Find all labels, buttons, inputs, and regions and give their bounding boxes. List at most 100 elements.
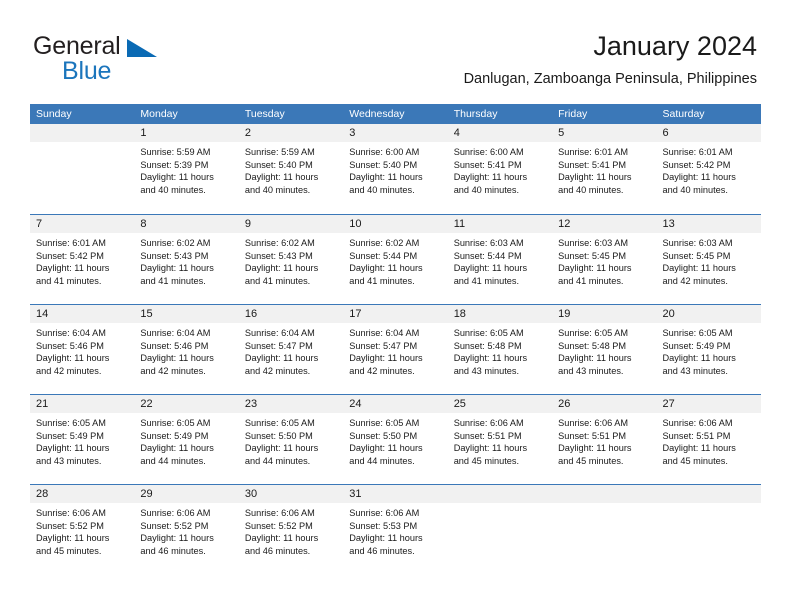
day-sun-info: Sunrise: 6:05 AM Sunset: 5:48 PM Daylight:… [552,323,656,377]
sunrise-time: Sunrise: 6:06 AM [244,508,315,518]
sunset-time: Sunset: 5:51 PM [558,430,627,441]
sunrise-time: Sunrise: 6:06 AM [140,508,211,518]
calendar-day-cell[interactable]: 9 Sunrise: 6:02 AM Sunset: 5:43 PM Daylight… [238,215,344,304]
weekday-header-saturday: Saturday [662,108,705,120]
daylight-duration-line1: Daylight: 11 hours [244,533,319,544]
calendar-day-cell-empty [552,485,657,574]
daylight-duration-line2: and 44 minutes. [349,455,415,466]
day-number: 13 [656,215,761,233]
sunrise-time: Sunrise: 6:04 AM [140,328,211,338]
sunset-time: Sunset: 5:48 PM [558,340,627,351]
calendar-day-cell[interactable]: 8 Sunrise: 6:02 AM Sunset: 5:43 PM Daylight… [134,215,239,304]
calendar-grid: Sunday Monday Tuesday Wednesday Thursday Frid… [30,104,761,574]
calendar-day-cell[interactable]: 24 Sunrise: 6:05 AM Sunset: 5:50 PM Dayligh… [343,395,448,484]
weekday-header-sunday: Sunday [36,108,72,120]
calendar-day-cell[interactable]: 22 Sunrise: 6:05 AM Sunset: 5:49 PM Dayligh… [134,395,239,484]
daylight-duration-line2: and 42 minutes. [140,365,206,376]
daylight-duration-line1: Daylight: 11 hours [349,443,423,454]
sunrise-time: Sunrise: 6:05 AM [662,328,733,338]
calendar-day-cell[interactable]: 18 Sunrise: 6:05 AM Sunset: 5:48 PM Dayligh… [447,305,553,394]
calendar-day-cell[interactable]: 11 Sunrise: 6:03 AM Sunset: 5:44 PM Dayligh… [447,215,553,304]
daylight-duration-line2: and 41 minutes. [140,275,206,286]
sunrise-time: Sunrise: 5:59 AM [140,147,211,157]
calendar-day-cell[interactable]: 1 Sunrise: 5:59 AM Sunset: 5:39 PM Daylight… [134,124,239,214]
day-sun-info: Sunrise: 6:04 AM Sunset: 5:46 PM Daylight:… [30,323,134,377]
sunset-time: Sunset: 5:52 PM [140,520,209,531]
sunset-time: Sunset: 5:44 PM [453,250,522,261]
calendar-day-cell[interactable]: 15 Sunrise: 6:04 AM Sunset: 5:46 PM Dayligh… [134,305,239,394]
daylight-duration-line1: Daylight: 11 hours [140,533,214,544]
weekday-header-monday: Monday [140,108,178,120]
calendar-day-cell[interactable]: 4 Sunrise: 6:00 AM Sunset: 5:41 PM Daylight… [447,124,553,214]
sunrise-time: Sunrise: 6:03 AM [558,238,629,248]
calendar-day-cell[interactable]: 26 Sunrise: 6:06 AM Sunset: 5:51 PM Dayligh… [552,395,657,484]
calendar-day-cell[interactable]: 27 Sunrise: 6:06 AM Sunset: 5:51 PM Dayligh… [656,395,761,484]
day-sun-info: Sunrise: 5:59 AM Sunset: 5:40 PM Daylight:… [239,142,343,196]
day-number: 30 [238,485,344,503]
daylight-duration-line2: and 43 minutes. [662,365,728,376]
daylight-duration-line2: and 40 minutes. [453,184,520,195]
calendar-day-cell[interactable]: 21 Sunrise: 6:05 AM Sunset: 5:49 PM Dayligh… [30,395,135,484]
calendar-day-cell[interactable]: 16 Sunrise: 6:04 AM Sunset: 5:47 PM Dayligh… [238,305,344,394]
day-number: 6 [656,124,761,142]
daylight-duration-line1: Daylight: 11 hours [662,443,736,454]
calendar-day-cell[interactable]: 7 Sunrise: 6:01 AM Sunset: 5:42 PM Daylight… [30,215,135,304]
day-sun-info: Sunrise: 6:03 AM Sunset: 5:45 PM Daylight:… [552,233,656,287]
calendar-week-row: 1 Sunrise: 5:59 AM Sunset: 5:39 PM Daylight… [30,124,761,214]
calendar-day-cell[interactable]: 5 Sunrise: 6:01 AM Sunset: 5:41 PM Daylight… [552,124,657,214]
sunrise-time: Sunrise: 6:05 AM [244,418,315,428]
sunrise-time: Sunrise: 6:05 AM [453,328,524,338]
sunset-time: Sunset: 5:45 PM [558,250,627,261]
day-number: 5 [552,124,657,142]
calendar-day-cell[interactable]: 6 Sunrise: 6:01 AM Sunset: 5:42 PM Daylight… [656,124,761,214]
sunset-time: Sunset: 5:46 PM [140,340,209,351]
calendar-day-cell[interactable]: 10 Sunrise: 6:02 AM Sunset: 5:44 PM Dayligh… [343,215,448,304]
calendar-day-cell[interactable]: 12 Sunrise: 6:03 AM Sunset: 5:45 PM Dayligh… [552,215,657,304]
day-sun-info: Sunrise: 6:06 AM Sunset: 5:52 PM Daylight:… [239,503,343,557]
day-sun-info: Sunrise: 6:05 AM Sunset: 5:49 PM Daylight:… [657,323,761,377]
day-number [656,485,761,503]
calendar-day-cell[interactable]: 3 Sunrise: 6:00 AM Sunset: 5:40 PM Daylight… [343,124,448,214]
calendar-day-cell[interactable]: 30 Sunrise: 6:06 AM Sunset: 5:52 PM Dayligh… [238,485,344,574]
weekday-header-wednesday: Wednesday [349,108,405,120]
day-number: 12 [552,215,657,233]
sunset-time: Sunset: 5:41 PM [453,159,522,170]
sunset-time: Sunset: 5:42 PM [662,159,731,170]
daylight-duration-line2: and 45 minutes. [662,455,728,466]
calendar-day-cell[interactable]: 2 Sunrise: 5:59 AM Sunset: 5:40 PM Daylight… [238,124,344,214]
day-number: 4 [447,124,553,142]
day-sun-info: Sunrise: 6:02 AM Sunset: 5:43 PM Daylight:… [239,233,343,287]
daylight-duration-line2: and 46 minutes. [349,545,415,556]
daylight-duration-line2: and 43 minutes. [558,365,624,376]
daylight-duration-line2: and 43 minutes. [453,365,520,376]
calendar-day-cell[interactable]: 29 Sunrise: 6:06 AM Sunset: 5:52 PM Dayligh… [134,485,239,574]
sunrise-time: Sunrise: 6:05 AM [36,418,106,428]
day-sun-info: Sunrise: 6:00 AM Sunset: 5:40 PM Daylight:… [343,142,447,196]
calendar-day-cell[interactable]: 14 Sunrise: 6:04 AM Sunset: 5:46 PM Dayligh… [30,305,135,394]
calendar-day-cell[interactable]: 25 Sunrise: 6:06 AM Sunset: 5:51 PM Dayligh… [447,395,553,484]
calendar-day-cell[interactable]: 28 Sunrise: 6:06 AM Sunset: 5:52 PM Dayligh… [30,485,135,574]
daylight-duration-line2: and 41 minutes. [349,275,415,286]
sunrise-time: Sunrise: 6:04 AM [36,328,106,338]
calendar-day-cell[interactable]: 20 Sunrise: 6:05 AM Sunset: 5:49 PM Dayligh… [656,305,761,394]
calendar-day-cell[interactable]: 19 Sunrise: 6:05 AM Sunset: 5:48 PM Dayligh… [552,305,657,394]
calendar-day-cell[interactable]: 17 Sunrise: 6:04 AM Sunset: 5:47 PM Dayligh… [343,305,448,394]
daylight-duration-line2: and 40 minutes. [349,184,415,195]
calendar-day-cell[interactable]: 23 Sunrise: 6:05 AM Sunset: 5:50 PM Dayligh… [238,395,344,484]
day-sun-info: Sunrise: 6:00 AM Sunset: 5:41 PM Daylight:… [448,142,552,196]
day-sun-info: Sunrise: 6:01 AM Sunset: 5:42 PM Daylight:… [657,142,761,196]
sunset-time: Sunset: 5:52 PM [244,520,313,531]
sunrise-time: Sunrise: 6:04 AM [244,328,315,338]
day-sun-info: Sunrise: 6:01 AM Sunset: 5:42 PM Daylight:… [30,233,134,287]
daylight-duration-line1: Daylight: 11 hours [453,172,528,183]
calendar-week-row: 14 Sunrise: 6:04 AM Sunset: 5:46 PM Dayligh… [30,304,761,394]
daylight-duration-line2: and 42 minutes. [36,365,102,376]
day-number: 23 [238,395,344,413]
daylight-duration-line2: and 43 minutes. [36,455,102,466]
daylight-duration-line1: Daylight: 11 hours [244,172,319,183]
day-number: 21 [30,395,135,413]
day-sun-info: Sunrise: 6:04 AM Sunset: 5:47 PM Daylight:… [343,323,447,377]
calendar-day-cell-empty [30,124,135,214]
calendar-day-cell[interactable]: 31 Sunrise: 6:06 AM Sunset: 5:53 PM Dayligh… [343,485,448,574]
calendar-day-cell[interactable]: 13 Sunrise: 6:03 AM Sunset: 5:45 PM Dayligh… [656,215,761,304]
